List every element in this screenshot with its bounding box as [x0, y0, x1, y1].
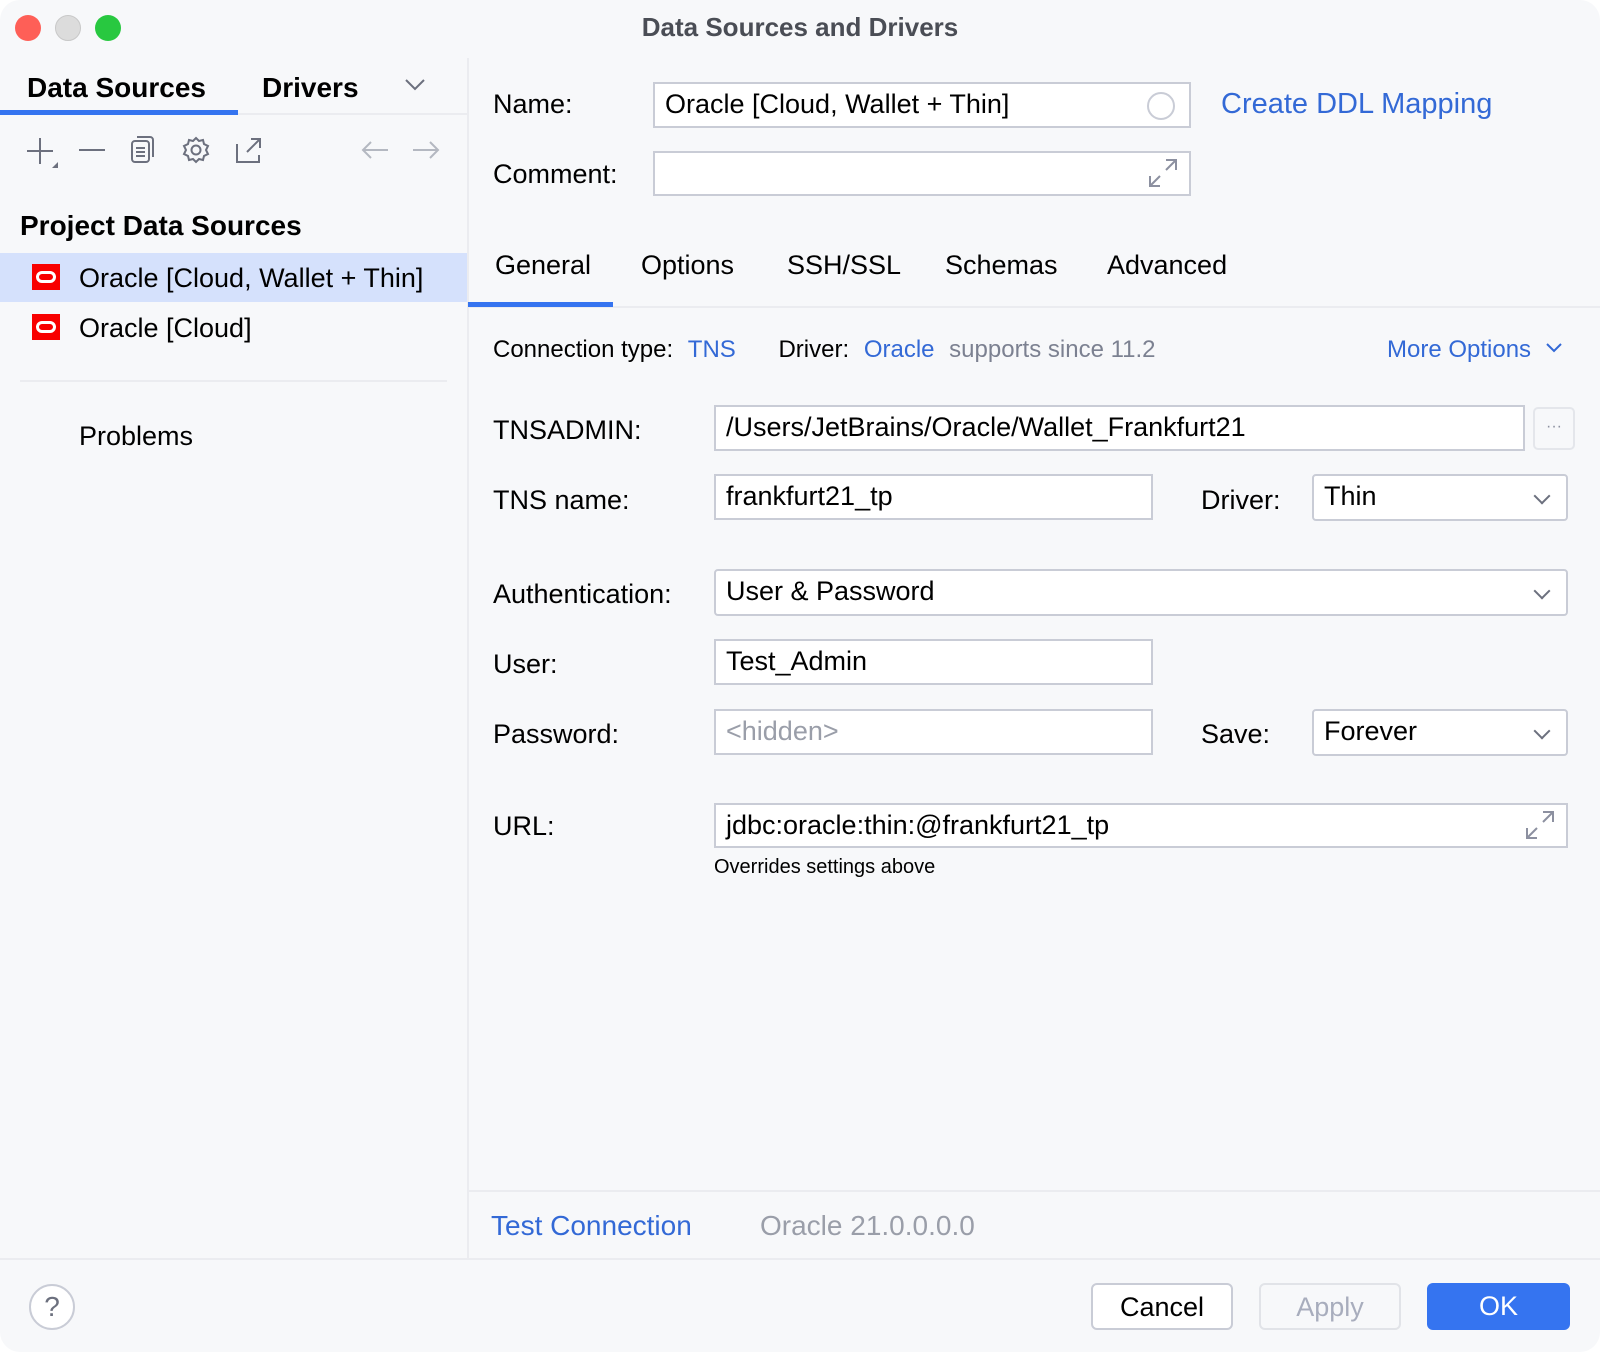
- list-item[interactable]: Oracle [Cloud, Wallet + Thin]: [0, 253, 467, 302]
- apply-button[interactable]: Apply: [1259, 1283, 1401, 1330]
- tab-advanced[interactable]: Advanced: [1107, 249, 1227, 281]
- test-connection-link[interactable]: Test Connection: [491, 1210, 692, 1242]
- chevron-down-icon[interactable]: [404, 78, 426, 92]
- driver-select-label: Driver:: [1201, 484, 1281, 516]
- driver-select-value: Thin: [1324, 481, 1377, 511]
- problems-item[interactable]: Problems: [79, 420, 193, 452]
- active-tab-underline: [0, 110, 238, 115]
- more-options-button[interactable]: More Options: [1387, 336, 1562, 364]
- forward-arrow-icon[interactable]: [412, 140, 440, 160]
- authentication-select[interactable]: User & Password: [714, 569, 1568, 616]
- more-options-label: More Options: [1387, 336, 1531, 363]
- create-ddl-mapping-link[interactable]: Create DDL Mapping: [1221, 88, 1492, 121]
- save-select[interactable]: Forever: [1312, 709, 1568, 756]
- url-hint: Overrides settings above: [714, 856, 935, 879]
- driver-link[interactable]: Oracle: [864, 336, 935, 363]
- save-label: Save:: [1201, 718, 1270, 750]
- name-input[interactable]: Oracle [Cloud, Wallet + Thin]: [653, 82, 1191, 128]
- back-arrow-icon[interactable]: [361, 140, 389, 160]
- connection-type-link[interactable]: TNS: [688, 336, 736, 363]
- add-icon[interactable]: [26, 136, 60, 170]
- tabs-separator: [468, 306, 1600, 308]
- list-item[interactable]: Oracle [Cloud]: [0, 303, 467, 352]
- remove-icon[interactable]: [78, 148, 106, 152]
- open-external-icon[interactable]: [235, 136, 263, 164]
- user-input[interactable]: Test_Admin: [714, 639, 1153, 685]
- name-label: Name:: [493, 88, 573, 120]
- section-title: Project Data Sources: [20, 210, 302, 242]
- driver-note: supports since 11.2: [949, 336, 1155, 363]
- tab-ssh-ssl[interactable]: SSH/SSL: [787, 249, 901, 281]
- url-value: jdbc:oracle:thin:@frankfurt21_tp: [726, 810, 1109, 840]
- color-picker-icon[interactable]: [1147, 92, 1175, 120]
- expand-icon[interactable]: [1524, 809, 1556, 841]
- help-button[interactable]: ?: [29, 1284, 75, 1330]
- tns-name-label: TNS name:: [493, 484, 630, 516]
- browse-button[interactable]: ···: [1533, 407, 1575, 450]
- driver-select[interactable]: Thin: [1312, 474, 1568, 521]
- active-tab-underline: [468, 302, 613, 307]
- tab-general[interactable]: General: [495, 249, 591, 281]
- connection-type-label: Connection type:: [493, 336, 673, 363]
- list-item-label: Oracle [Cloud]: [79, 312, 252, 344]
- copy-icon[interactable]: [130, 136, 156, 164]
- tnsadmin-input[interactable]: /Users/JetBrains/Oracle/Wallet_Frankfurt…: [714, 405, 1525, 451]
- tab-drivers[interactable]: Drivers: [262, 72, 359, 104]
- status-separator: [468, 1190, 1600, 1192]
- cancel-button[interactable]: Cancel: [1091, 1283, 1233, 1330]
- footer-separator: [0, 1258, 1600, 1260]
- url-label: URL:: [493, 810, 555, 842]
- comment-input[interactable]: [653, 151, 1191, 196]
- name-value: Oracle [Cloud, Wallet + Thin]: [665, 89, 1009, 119]
- oracle-icon: [32, 264, 60, 290]
- expand-icon[interactable]: [1147, 157, 1179, 189]
- password-input[interactable]: <hidden>: [714, 709, 1153, 755]
- comment-label: Comment:: [493, 158, 618, 190]
- tab-options[interactable]: Options: [641, 249, 734, 281]
- tns-name-input[interactable]: frankfurt21_tp: [714, 474, 1153, 520]
- oracle-icon: [32, 314, 60, 340]
- url-input[interactable]: jdbc:oracle:thin:@frankfurt21_tp: [714, 803, 1568, 848]
- driver-version: Oracle 21.0.0.0.0: [760, 1210, 975, 1242]
- ok-button[interactable]: OK: [1427, 1283, 1570, 1330]
- authentication-value: User & Password: [726, 576, 935, 606]
- authentication-label: Authentication:: [493, 578, 672, 610]
- driver-info-label: Driver:: [778, 336, 849, 363]
- tnsadmin-label: TNSADMIN:: [493, 414, 642, 446]
- sidebar-divider: [467, 58, 469, 1258]
- list-item-label: Oracle [Cloud, Wallet + Thin]: [79, 262, 423, 294]
- user-label: User:: [493, 648, 558, 680]
- gear-icon[interactable]: [182, 136, 210, 164]
- chevron-down-icon: [1546, 343, 1562, 353]
- tab-schemas[interactable]: Schemas: [945, 249, 1058, 281]
- sidebar-separator: [20, 380, 447, 382]
- tab-data-sources[interactable]: Data Sources: [27, 72, 206, 104]
- window-title: Data Sources and Drivers: [0, 12, 1600, 43]
- dialog-window: Data Sources and Drivers Data Sources Dr…: [0, 0, 1600, 1352]
- password-label: Password:: [493, 718, 619, 750]
- save-value: Forever: [1324, 716, 1417, 746]
